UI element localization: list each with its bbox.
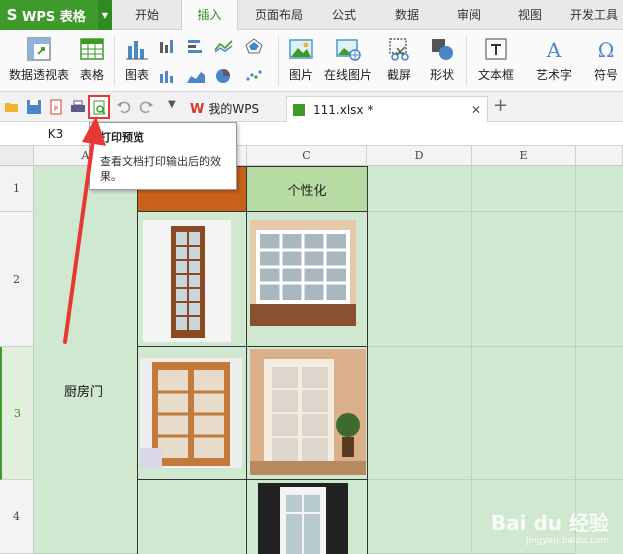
file-tab[interactable]: 111.xlsx * ✕ (286, 96, 488, 122)
pivot-table-label: 数据透视表 (8, 68, 69, 82)
picture-icon (289, 39, 313, 59)
row-header-1[interactable]: 1 (0, 166, 34, 212)
bar-horizontal-chart-icon[interactable] (186, 38, 206, 54)
picture-button[interactable]: 图片 (284, 30, 318, 92)
insert-ribbon: 数据透视表 表格 图表 图片 在线图片 截屏 形状 文本框 A 艺术字 Ω 符号 (0, 30, 623, 92)
area-chart-icon[interactable] (186, 68, 206, 84)
column-header-d[interactable]: D (367, 146, 472, 166)
column-header-f[interactable] (576, 146, 623, 166)
row-gridline (368, 211, 623, 212)
row-header-3[interactable]: 3 (0, 347, 34, 480)
column-header-e[interactable]: E (472, 146, 576, 166)
dark-glass-door-image[interactable] (258, 483, 348, 554)
redo-icon[interactable] (138, 99, 154, 115)
app-name: WPS 表格 (22, 9, 86, 25)
table-icon (80, 38, 104, 60)
watermark-brand: Bai du 经验 (490, 511, 609, 535)
pivot-table-icon (27, 37, 51, 61)
column-chart-icon[interactable] (158, 38, 178, 54)
app-menu-button[interactable]: S WPS 表格 ▼ (0, 0, 112, 30)
cell-c1[interactable]: 个性化 (246, 166, 368, 212)
textbox-label: 文本框 (477, 68, 514, 82)
sliding-door-image[interactable] (250, 220, 356, 326)
chart-label: 图表 (124, 68, 149, 82)
pivot-table-button[interactable]: 数据透视表 (6, 30, 72, 92)
table-label: 表格 (79, 68, 104, 82)
chevron-down-icon[interactable]: ▼ (98, 0, 112, 30)
undo-icon[interactable] (116, 99, 132, 115)
wooden-door-image[interactable] (143, 220, 231, 342)
open-folder-icon[interactable] (4, 99, 20, 115)
screenshot-button[interactable]: 截屏 (378, 30, 420, 92)
online-picture-button[interactable]: 在线图片 (320, 30, 376, 92)
scatter-chart-icon[interactable] (244, 68, 264, 84)
tab-view[interactable]: 视图 (508, 0, 552, 30)
row-gridline (368, 346, 623, 347)
textbox-icon (485, 38, 507, 60)
save-icon[interactable] (26, 99, 42, 115)
shapes-label: 形状 (429, 68, 454, 82)
shapes-button[interactable]: 形状 (422, 30, 462, 92)
mywps-tab[interactable]: W 我的WPS (190, 96, 278, 122)
baidu-watermark: Bai du 经验 jingyan.baidu.com (491, 507, 609, 546)
chart-button[interactable]: 图表 (118, 30, 156, 92)
red-arrow-annotation (63, 116, 106, 344)
cell-b4[interactable] (137, 479, 247, 554)
ribbon-divider (278, 36, 279, 86)
symbol-button[interactable]: Ω 符号 (588, 30, 623, 92)
new-tab-plus-icon[interactable]: + (493, 95, 508, 116)
wordart-button[interactable]: A 艺术字 (524, 30, 584, 92)
pie-chart-icon[interactable] (214, 68, 234, 84)
ribbon-divider (466, 36, 467, 86)
spreadsheet-file-icon (293, 104, 305, 116)
omega-icon: Ω (598, 38, 615, 62)
shapes-icon (432, 39, 453, 60)
menu-tab-bar: S WPS 表格 ▼ 开始 插入 页面布局 公式 数据 审阅 视图 开发工具 (0, 0, 623, 31)
online-picture-label: 在线图片 (323, 68, 372, 82)
select-all-corner[interactable] (0, 146, 34, 166)
tab-page-layout[interactable]: 页面布局 (246, 0, 312, 30)
file-tab-label: 111.xlsx * (313, 103, 374, 117)
close-tab-icon[interactable]: ✕ (471, 97, 481, 123)
tab-developer[interactable]: 开发工具 (565, 0, 623, 30)
glass-wood-door-image[interactable] (140, 358, 242, 468)
tab-home[interactable]: 开始 (124, 0, 170, 30)
watermark-url: jingyan.baidu.com (525, 536, 609, 546)
symbol-label: 符号 (593, 68, 618, 82)
wordart-icon: A (546, 38, 562, 62)
cell-c1-text: 个性化 (287, 184, 327, 199)
cell-a3-text: 厨房门 (64, 385, 104, 400)
picture-label: 图片 (288, 68, 313, 82)
ribbon-divider (114, 36, 115, 86)
online-picture-icon (336, 39, 361, 61)
tab-review[interactable]: 审阅 (447, 0, 491, 30)
tooltip-title: 打印预览 (100, 131, 144, 144)
line-chart-icon[interactable] (214, 38, 234, 54)
tab-formulas[interactable]: 公式 (322, 0, 366, 30)
tab-insert[interactable]: 插入 (181, 0, 238, 31)
scissors-icon (389, 38, 409, 61)
column-d-cells[interactable] (368, 166, 472, 554)
tooltip-body: 查看文档打印输出后的效果。 (100, 155, 221, 183)
column-e-cells[interactable] (472, 166, 576, 554)
column-header-c[interactable]: C (247, 146, 367, 166)
screenshot-label: 截屏 (386, 68, 411, 82)
mywps-tab-label: 我的WPS (208, 102, 260, 116)
row-header-2[interactable]: 2 (0, 212, 34, 347)
bar-chart-small-icon[interactable] (158, 68, 178, 84)
quick-access-dropdown-icon[interactable]: ▼ (168, 99, 176, 110)
interior-door-image[interactable] (250, 349, 366, 475)
wordart-label: 艺术字 (535, 68, 572, 82)
svg-text:Ω: Ω (598, 38, 615, 62)
wps-w-icon: W (190, 102, 205, 117)
row-header-4[interactable]: 4 (0, 480, 34, 554)
svg-text:A: A (546, 38, 562, 62)
table-button[interactable]: 表格 (76, 30, 108, 92)
textbox-button[interactable]: 文本框 (472, 30, 520, 92)
tab-data[interactable]: 数据 (385, 0, 429, 30)
wps-logo-icon: S (6, 6, 18, 24)
bar-chart-icon (126, 41, 148, 60)
radar-chart-icon[interactable] (244, 38, 264, 54)
row-gridline (368, 479, 623, 480)
